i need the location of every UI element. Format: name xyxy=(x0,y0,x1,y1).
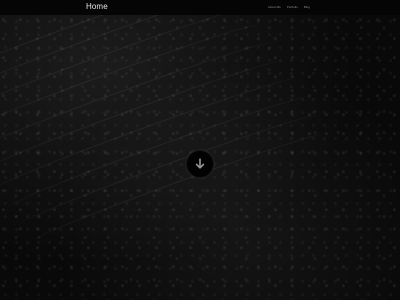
page: Home About Me Portfolio Blog xyxy=(0,0,400,300)
nav-links: About Me Portfolio Blog xyxy=(268,5,310,10)
nav-link-blog[interactable]: Blog xyxy=(304,5,310,10)
top-navigation-bar: Home About Me Portfolio Blog xyxy=(0,0,400,15)
arrow-down-icon xyxy=(195,158,205,169)
home-link[interactable]: Home xyxy=(86,2,108,12)
scroll-down-button[interactable] xyxy=(186,150,214,178)
hero-background xyxy=(0,15,400,300)
nav-link-about-me[interactable]: About Me xyxy=(268,5,281,10)
nav-link-portfolio[interactable]: Portfolio xyxy=(287,5,298,10)
